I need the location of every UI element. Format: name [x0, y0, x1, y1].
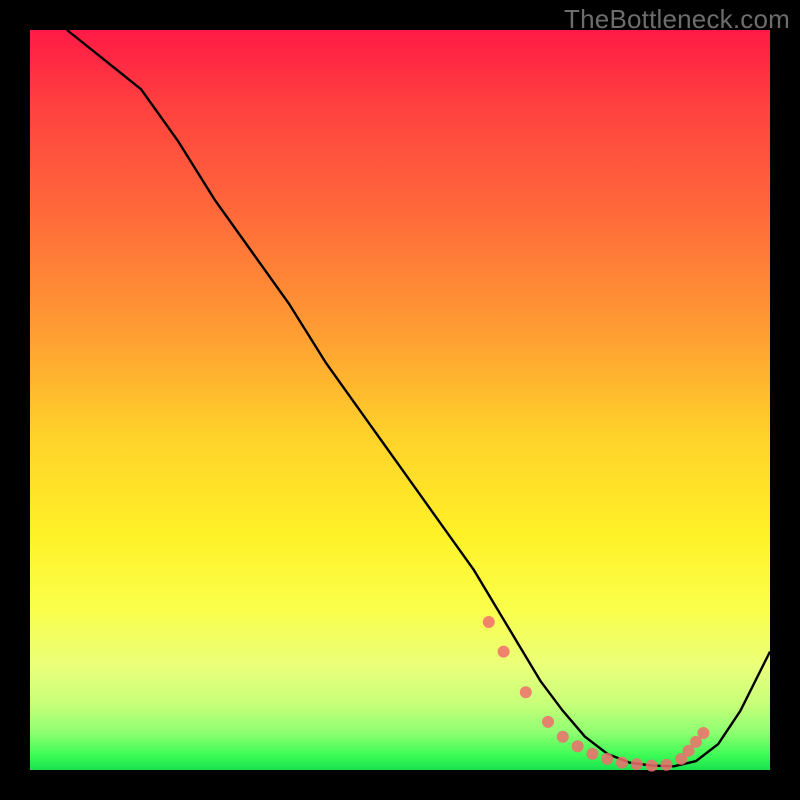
- chart-svg: [30, 30, 770, 770]
- highlight-dot: [586, 748, 598, 760]
- highlight-dot: [616, 757, 628, 769]
- highlight-dot: [697, 727, 709, 739]
- highlight-dot: [557, 731, 569, 743]
- highlight-dot: [631, 758, 643, 770]
- highlight-dot: [483, 616, 495, 628]
- highlight-dot: [520, 686, 532, 698]
- highlight-dot: [498, 646, 510, 658]
- attribution-label: TheBottleneck.com: [564, 4, 790, 35]
- chart-frame: TheBottleneck.com: [0, 0, 800, 800]
- bottleneck-curve: [67, 30, 770, 766]
- highlight-dot: [660, 759, 672, 771]
- highlight-dot: [542, 716, 554, 728]
- highlight-dot: [646, 760, 658, 772]
- highlight-dot: [572, 740, 584, 752]
- highlight-dot: [601, 753, 613, 765]
